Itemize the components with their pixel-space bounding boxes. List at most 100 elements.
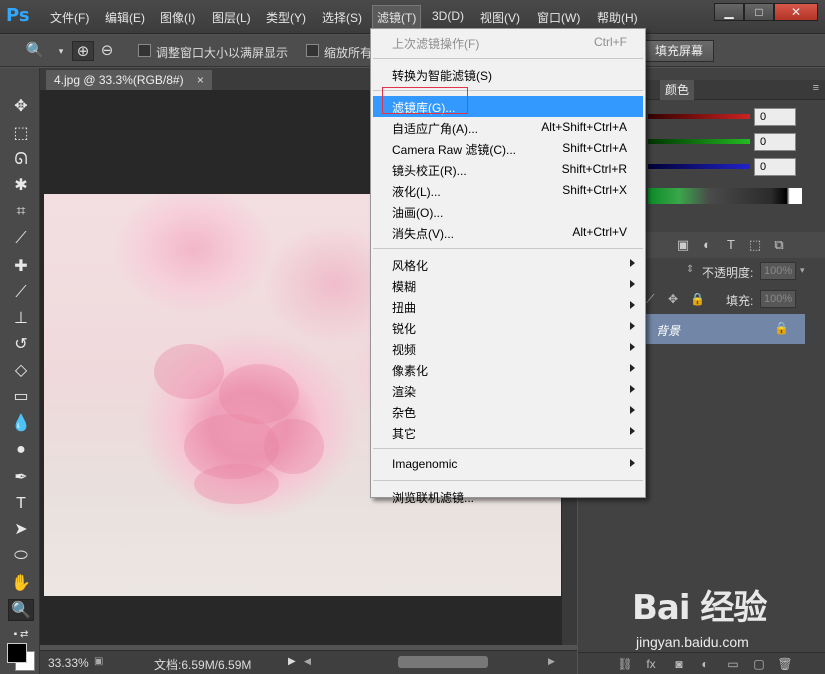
filter-menu-item[interactable]: 消失点(V)... Alt+Ctrl+V — [373, 222, 643, 243]
lock-brush-icon[interactable]: ⟋ — [646, 292, 654, 307]
opacity-field[interactable]: 100% — [760, 262, 796, 280]
menu-3d[interactable]: 3D(D) — [432, 9, 464, 23]
opacity-dropdown-icon[interactable]: ▾ — [800, 265, 805, 276]
magic-wand-tool-icon[interactable]: ✱ — [8, 175, 34, 197]
lock-position-icon[interactable]: ✥ — [668, 292, 678, 306]
type-filter-icon[interactable]: T — [722, 236, 740, 254]
filter-menu-item[interactable]: 油画(O)... — [373, 201, 643, 222]
menu-select[interactable]: 选择(S) — [322, 9, 362, 26]
maximize-button[interactable]: □ — [744, 3, 774, 21]
hand-tool-icon[interactable]: ✋ — [8, 573, 34, 595]
eraser-tool-icon[interactable]: ◇ — [8, 360, 34, 382]
panel-menu-icon[interactable]: ≡ — [813, 82, 819, 94]
close-tab-icon[interactable]: × — [197, 73, 204, 87]
crop-tool-icon[interactable]: ⌗ — [8, 201, 34, 223]
eyedropper-tool-icon[interactable]: ⟋ — [8, 228, 34, 250]
gradient-tool-icon[interactable]: ▭ — [8, 386, 34, 408]
green-slider[interactable] — [648, 139, 750, 144]
filter-menu-item[interactable]: 其它 — [373, 422, 643, 443]
filter-menu-item[interactable]: 杂色 — [373, 401, 643, 422]
color-spectrum-bar[interactable] — [648, 188, 802, 204]
toolbox: ✥ ⬚ ᘏ ✱ ⌗ ⟋ ✚ ⟋ ⊥ ↺ ◇ ▭ 💧 ● ✒ T ➤ ⬭ ✋ 🔍 … — [0, 68, 40, 674]
green-value-field[interactable]: 0 — [754, 133, 796, 151]
menu-layer[interactable]: 图层(L) — [212, 9, 251, 26]
lock-all-icon[interactable]: 🔒 — [690, 292, 705, 306]
menu-window[interactable]: 窗口(W) — [537, 9, 580, 26]
marquee-tool-icon[interactable]: ⬚ — [8, 123, 34, 145]
ellipse-tool-icon[interactable]: ⬭ — [8, 545, 34, 567]
zoom-level[interactable]: 33.33% — [48, 656, 89, 670]
minimize-button[interactable]: ▁ — [714, 3, 744, 21]
pen-tool-icon[interactable]: ✒ — [8, 467, 34, 489]
fill-field[interactable]: 100% — [760, 290, 796, 308]
healing-brush-tool-icon[interactable]: ✚ — [8, 256, 34, 278]
shape-filter-icon[interactable]: ⬚ — [746, 236, 764, 254]
filter-menu-item-shortcut: Shift+Ctrl+R — [561, 162, 627, 176]
filter-menu-item-label: 液化(L)... — [392, 185, 441, 199]
submenu-arrow-icon — [630, 406, 635, 414]
color-panel-tab[interactable]: 颜色 — [660, 80, 695, 100]
foreground-color-swatch[interactable] — [7, 643, 27, 663]
smart-object-filter-icon[interactable]: ⧉ — [770, 236, 788, 254]
clone-stamp-tool-icon[interactable]: ⊥ — [8, 308, 34, 330]
fill-label: 填充: — [726, 294, 754, 308]
adjustment-filter-icon[interactable]: ◐ — [698, 236, 716, 254]
filter-menu-item[interactable]: Imagenomic — [373, 454, 643, 475]
status-menu-arrow-icon[interactable]: ▶ — [288, 656, 296, 667]
filter-menu-item[interactable]: 模糊 — [373, 275, 643, 296]
layer-lock-icon[interactable]: 🔒 — [774, 321, 789, 335]
filter-menu-item[interactable]: 风格化 — [373, 254, 643, 275]
filter-menu-item[interactable]: 自适应广角(A)... Alt+Shift+Ctrl+A — [373, 117, 643, 138]
dodge-tool-icon[interactable]: ● — [8, 439, 34, 461]
filter-menu-item[interactable]: 转换为智能滤镜(S) — [373, 64, 643, 85]
filter-menu-item[interactable]: 扭曲 — [373, 296, 643, 317]
filter-menu-item[interactable]: 锐化 — [373, 317, 643, 338]
filter-menu-item[interactable]: Camera Raw 滤镜(C)... Shift+Ctrl+A — [373, 138, 643, 159]
lasso-tool-icon[interactable]: ᘏ — [8, 149, 34, 171]
filter-menu-item[interactable]: 浏览联机滤镜... — [373, 486, 643, 507]
menu-filter[interactable]: 滤镜(T) — [372, 5, 422, 30]
blue-value-field[interactable]: 0 — [754, 158, 796, 176]
filter-menu-item-label: 消失点(V)... — [392, 227, 454, 241]
filter-menu-item[interactable]: 渲染 — [373, 380, 643, 401]
red-slider[interactable] — [648, 114, 750, 119]
menu-image[interactable]: 图像(I) — [160, 9, 195, 26]
zoom-tool-icon[interactable]: 🔍 — [8, 599, 34, 621]
menu-view[interactable]: 视图(V) — [480, 9, 520, 26]
red-value-field[interactable]: 0 — [754, 108, 796, 126]
resize-windows-checkbox[interactable] — [138, 44, 151, 57]
menu-separator — [373, 248, 643, 249]
blue-slider[interactable] — [648, 164, 750, 169]
zoom-tool-icon[interactable]: 🔍 — [24, 41, 46, 61]
brush-tool-icon[interactable]: ⟋ — [8, 282, 34, 304]
zoom-out-icon[interactable]: ⊖ — [96, 41, 118, 61]
menu-type[interactable]: 类型(Y) — [266, 9, 306, 26]
scroll-left-arrow-icon[interactable]: ◀ — [304, 656, 311, 667]
menu-edit[interactable]: 编辑(E) — [105, 9, 145, 26]
zoom-all-checkbox[interactable] — [306, 44, 319, 57]
baidu-jingyan-watermark: Bai 经验 jingyan.baidu.com — [632, 580, 822, 670]
history-brush-tool-icon[interactable]: ↺ — [8, 334, 34, 356]
filter-menu-item[interactable]: 视频 — [373, 338, 643, 359]
tool-preset-chevron-icon[interactable]: ▾ — [50, 41, 72, 61]
scroll-right-arrow-icon[interactable]: ▶ — [548, 656, 555, 667]
type-tool-icon[interactable]: T — [8, 493, 34, 515]
path-selection-tool-icon[interactable]: ➤ — [8, 519, 34, 541]
close-button[interactable]: ✕ — [774, 3, 818, 21]
horizontal-scrollbar-thumb[interactable] — [398, 656, 488, 668]
fill-screen-button[interactable]: 填充屏幕 — [644, 40, 715, 62]
blend-mode-stepper-icon[interactable]: ⇕ — [686, 264, 694, 275]
zoom-in-icon[interactable]: ⊕ — [72, 41, 94, 61]
blur-tool-icon[interactable]: 💧 — [8, 413, 34, 435]
move-tool-icon[interactable]: ✥ — [8, 96, 34, 118]
filter-menu-item-label: 浏览联机滤镜... — [392, 491, 475, 505]
status-bar: 33.33% ▣ 文档:6.59M/6.59M ▶ ◀ ▶ — [40, 650, 577, 674]
filter-menu-item[interactable]: 像素化 — [373, 359, 643, 380]
menu-file[interactable]: 文件(F) — [50, 9, 89, 26]
filter-menu-item[interactable]: 液化(L)... Shift+Ctrl+X — [373, 180, 643, 201]
pixel-filter-icon[interactable]: ▣ — [674, 236, 692, 254]
document-tab[interactable]: 4.jpg @ 33.3%(RGB/8#) × — [46, 70, 212, 90]
menu-help[interactable]: 帮助(H) — [597, 9, 638, 26]
filter-menu-item-label: 转换为智能滤镜(S) — [392, 69, 492, 83]
filter-menu-item[interactable]: 镜头校正(R)... Shift+Ctrl+R — [373, 159, 643, 180]
